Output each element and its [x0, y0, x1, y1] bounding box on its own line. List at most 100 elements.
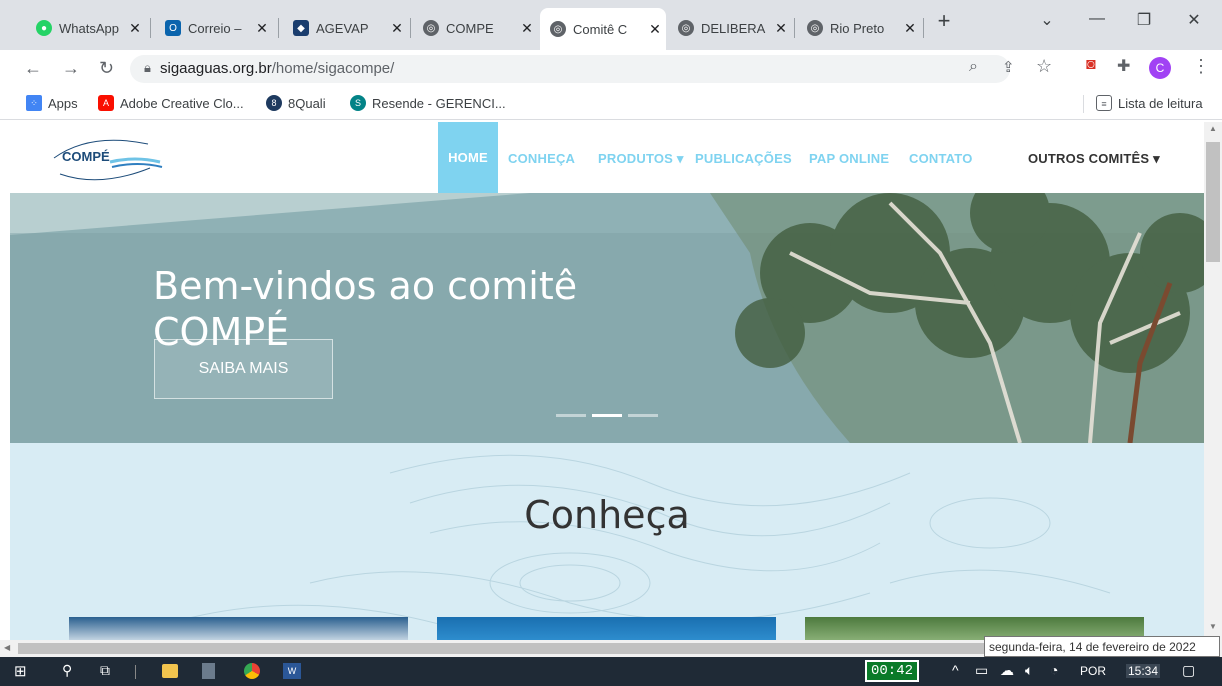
- task-view-icon[interactable]: ⧉: [100, 662, 110, 679]
- globe-icon: ◎: [807, 20, 823, 36]
- tab-agevap[interactable]: ◆ AGEVAP ✕: [283, 12, 408, 44]
- back-icon[interactable]: ←: [24, 58, 42, 79]
- apps-grid-icon: ⁘: [26, 95, 42, 111]
- tab-correio[interactable]: O Correio – ✕: [155, 12, 273, 44]
- close-tab-icon[interactable]: ✕: [899, 20, 921, 37]
- globe-icon: ◎: [423, 20, 439, 36]
- outlook-icon: O: [165, 20, 181, 36]
- tab-comite-active[interactable]: ◎ Comitê C ✕: [540, 8, 666, 50]
- 8quali-icon: 8: [266, 95, 282, 111]
- wifi-icon[interactable]: ◔: [1050, 662, 1058, 678]
- compe-logo[interactable]: COMPÉ: [50, 134, 170, 184]
- windows-taskbar: ⊞ ⚲ ⧉ W 00:42 ^ ▭ ☁ 🔈︎ ◔ POR 15:34 ▢: [0, 657, 1222, 686]
- reading-list[interactable]: ≡ Lista de leitura: [1096, 95, 1203, 111]
- bookmark-8quali[interactable]: 8 8Quali: [266, 95, 326, 111]
- tab-compe[interactable]: ◎ COMPE ✕: [413, 12, 538, 44]
- hero-slider[interactable]: Bem-vindos ao comitê COMPÉ SAIBA MAIS: [10, 193, 1204, 443]
- card-image[interactable]: [437, 617, 776, 642]
- bookmark-star-icon[interactable]: ☆: [1036, 56, 1052, 77]
- chevron-up-icon[interactable]: ^: [952, 662, 959, 678]
- nav-publicacoes[interactable]: PUBLICAÇÕES: [695, 151, 792, 166]
- close-tab-icon[interactable]: ✕: [386, 20, 408, 37]
- bookmark-apps[interactable]: ⁘ Apps: [26, 95, 78, 111]
- tab-whatsapp[interactable]: ● WhatsApp ✕: [26, 12, 146, 44]
- tab-search-icon[interactable]: ⌄: [1027, 10, 1067, 30]
- minimize-icon[interactable]: —: [1077, 10, 1117, 28]
- close-tab-icon[interactable]: ✕: [770, 20, 792, 37]
- lock-icon[interactable]: 🔒︎: [144, 60, 151, 76]
- nav-produtos[interactable]: PRODUTOS ▾: [598, 151, 684, 167]
- date-tooltip: segunda-feira, 14 de fevereiro de 2022: [984, 636, 1220, 657]
- scroll-left-icon[interactable]: ◀: [4, 643, 10, 652]
- profile-avatar[interactable]: C: [1149, 57, 1171, 79]
- battery-icon[interactable]: ▭: [975, 662, 988, 679]
- scrollbar-thumb[interactable]: [1206, 142, 1220, 262]
- logo-wordmark: COMPÉ: [62, 149, 110, 164]
- tab-rio-preto[interactable]: ◎ Rio Preto ✕: [797, 12, 921, 44]
- nav-conheca[interactable]: CONHEÇA: [508, 151, 575, 166]
- tab-separator: [410, 18, 411, 38]
- clock[interactable]: 15:34: [1126, 664, 1161, 678]
- volume-icon[interactable]: 🔈︎: [1025, 662, 1033, 679]
- word-icon[interactable]: W: [283, 663, 301, 679]
- onedrive-icon[interactable]: ☁: [1000, 662, 1014, 679]
- nav-pap-online[interactable]: PAP ONLINE: [809, 151, 889, 166]
- timer-display[interactable]: 00:42: [865, 660, 919, 682]
- extensions-puzzle-icon[interactable]: ✚: [1117, 56, 1130, 76]
- tab-delibera[interactable]: ◎ DELIBERA ✕: [668, 12, 792, 44]
- compe-logo-graphic: COMPÉ: [53, 139, 163, 181]
- notifications-icon[interactable]: ▢: [1182, 662, 1195, 679]
- reload-icon[interactable]: ↻: [99, 58, 114, 79]
- vertical-scrollbar[interactable]: ▲ ▼: [1204, 122, 1222, 640]
- card-image[interactable]: [69, 617, 408, 642]
- nav-outros-comites[interactable]: OUTROS COMITÊS ▾: [1028, 151, 1160, 167]
- restore-icon[interactable]: ❐: [1124, 10, 1164, 30]
- extension-icon[interactable]: ◙: [1086, 56, 1096, 74]
- url-text[interactable]: sigaaguas.org.br/home/sigacompe/: [160, 60, 394, 77]
- bookmark-resende[interactable]: S Resende - GERENCI...: [350, 95, 506, 111]
- close-tab-icon[interactable]: ✕: [124, 20, 146, 37]
- agevap-icon: ◆: [293, 20, 309, 36]
- calculator-icon[interactable]: [202, 663, 215, 679]
- zoom-icon[interactable]: ⌕: [969, 58, 978, 76]
- slider-dot-active[interactable]: [592, 414, 622, 417]
- site-header: COMPÉ HOME CONHEÇA PRODUTOS ▾ PUBLICAÇÕE…: [10, 122, 1204, 193]
- close-window-icon[interactable]: ✕: [1174, 10, 1214, 30]
- language-indicator[interactable]: POR: [1080, 664, 1106, 678]
- chrome-icon[interactable]: [244, 663, 260, 679]
- slider-dot[interactable]: [556, 414, 586, 417]
- forward-icon[interactable]: →: [62, 58, 80, 79]
- slider-dot[interactable]: [628, 414, 658, 417]
- windows-start-icon[interactable]: ⊞: [14, 662, 27, 680]
- bookmark-adobe[interactable]: A Adobe Creative Clo...: [98, 95, 244, 111]
- close-tab-icon[interactable]: ✕: [251, 20, 273, 37]
- tab-separator: [794, 18, 795, 38]
- bookmarks-divider: [1083, 95, 1084, 113]
- caret-down-icon: ▾: [676, 151, 684, 166]
- scroll-up-icon[interactable]: ▲: [1209, 124, 1217, 133]
- file-explorer-icon[interactable]: [162, 664, 178, 678]
- tab-separator: [278, 18, 279, 38]
- new-tab-icon[interactable]: +: [924, 8, 964, 34]
- nav-home[interactable]: HOME: [438, 122, 498, 193]
- topographic-pattern: [169, 454, 1111, 634]
- conheca-section: Conheça: [10, 443, 1204, 642]
- webpage: COMPÉ HOME CONHEÇA PRODUTOS ▾ PUBLICAÇÕE…: [10, 122, 1204, 642]
- reading-list-icon: ≡: [1096, 95, 1112, 111]
- scrollbar-thumb[interactable]: [18, 643, 1018, 654]
- sharepoint-icon: S: [350, 95, 366, 111]
- share-icon[interactable]: ⇪: [1002, 58, 1015, 76]
- scroll-down-icon[interactable]: ▼: [1209, 622, 1217, 631]
- globe-icon: ◎: [550, 21, 566, 37]
- tab-separator: [150, 18, 151, 38]
- saiba-mais-button[interactable]: SAIBA MAIS: [154, 339, 333, 399]
- nav-contato[interactable]: CONTATO: [909, 151, 973, 166]
- close-tab-icon[interactable]: ✕: [516, 20, 538, 37]
- taskbar-divider: [135, 665, 136, 679]
- menu-kebab-icon[interactable]: ⋮: [1192, 56, 1210, 77]
- caret-down-icon: ▾: [1153, 151, 1160, 166]
- section-title: Conheça: [524, 493, 690, 537]
- close-tab-icon[interactable]: ✕: [644, 21, 666, 38]
- search-icon[interactable]: ⚲: [62, 662, 72, 679]
- adobe-icon: A: [98, 95, 114, 111]
